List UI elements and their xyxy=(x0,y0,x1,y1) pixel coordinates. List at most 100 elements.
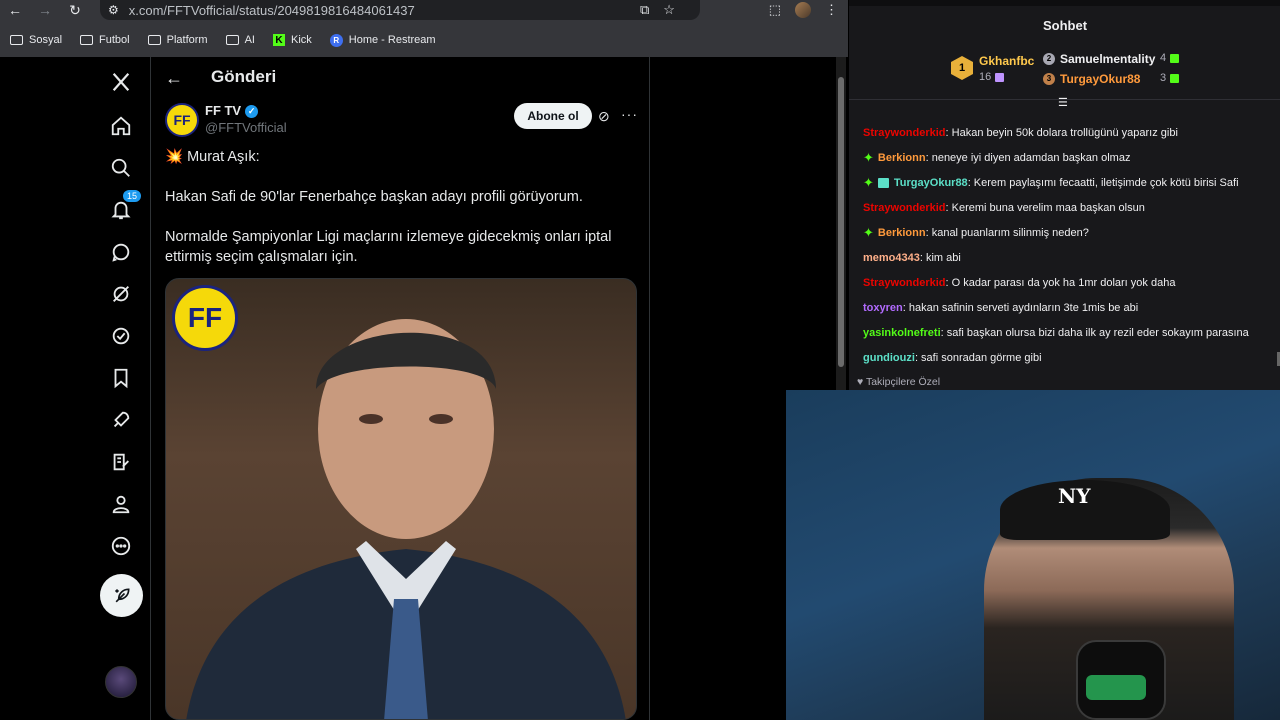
extensions-icon[interactable]: ⬚ xyxy=(769,2,781,18)
page-title: Gönderi xyxy=(211,67,277,86)
kick-chat-panel: Sohbet 1 Gkhanfbc 16 2 Samuelmentality 4… xyxy=(848,0,1280,390)
chat-message: Straywonderkid: Hakan beyin 50k dolara t… xyxy=(863,120,1279,145)
chat-message: toxyren: hakan safinin serveti aydınları… xyxy=(863,295,1279,320)
leaderboard-count: 16 xyxy=(979,71,1005,83)
author-handle[interactable]: @FFTVofficial xyxy=(205,120,287,135)
install-app-icon[interactable]: ⧉ xyxy=(640,2,649,18)
folder-icon xyxy=(80,35,94,45)
x-logo-icon[interactable] xyxy=(108,69,134,95)
chat-text: : safi başkan olursa bizi daha ilk ay re… xyxy=(940,326,1249,339)
bookmark-ai[interactable]: AI xyxy=(225,34,255,46)
bookmark-platform[interactable]: Platform xyxy=(147,34,208,46)
chat-text: : safi sonradan görme gibi xyxy=(914,351,1042,364)
address-bar[interactable]: ⚙ x.com/FFTVofficial/status/204981981648… xyxy=(100,0,700,20)
omnibox-actions: ⧉ ☆ xyxy=(640,0,675,20)
mic-light xyxy=(1086,675,1146,700)
home-icon[interactable] xyxy=(108,113,134,139)
chat-username[interactable]: memo4343 xyxy=(863,252,920,264)
rank-3-badge: 3 xyxy=(1043,73,1055,85)
account-avatar[interactable] xyxy=(105,666,137,698)
browser-chrome: ← → ↻ ⚙ x.com/FFTVofficial/status/204981… xyxy=(0,0,848,57)
gift-leaderboard: 1 Gkhanfbc 16 2 Samuelmentality 4 3 Turg… xyxy=(849,44,1280,109)
chat-username[interactable]: Straywonderkid xyxy=(863,127,946,139)
site-info-icon[interactable]: ⚙ xyxy=(108,3,119,17)
verified-badge-icon: ✓ xyxy=(245,105,259,119)
browser-window: ← → ↻ ⚙ x.com/FFTVofficial/status/204981… xyxy=(0,0,848,720)
post-more-icon[interactable]: ··· xyxy=(621,106,638,122)
profile-icon[interactable] xyxy=(108,491,134,517)
leaderboard-count: 3 xyxy=(1160,72,1180,84)
bookmarks-icon[interactable] xyxy=(108,365,134,391)
grok-explain-icon[interactable]: ⊘ xyxy=(598,108,610,125)
leaderboard-name[interactable]: Gkhanfbc xyxy=(979,54,1034,68)
post-text: 💥 Murat Aşık: Hakan Safi de 90'lar Fener… xyxy=(165,147,635,287)
post-header: ← Gönderi xyxy=(151,57,649,99)
notifications-icon[interactable]: 15 xyxy=(108,189,143,223)
bookmark-star-icon[interactable]: ☆ xyxy=(663,2,675,18)
author-name[interactable]: FF TV ✓ xyxy=(205,103,259,119)
gift-icon xyxy=(1170,73,1180,83)
chat-message: gundiouzi: safi sonradan görme gibi xyxy=(863,345,1279,370)
author-avatar[interactable]: FF xyxy=(165,103,199,137)
kick-icon: K xyxy=(272,34,285,46)
chat-text: : kanal puanlarım silinmiş neden? xyxy=(925,226,1089,239)
compose-button[interactable] xyxy=(100,574,143,617)
webcam-feed: NY xyxy=(786,390,1280,720)
chat-text: : Keremi buna verelim maa başkan olsun xyxy=(945,201,1145,214)
leaderboard-count: 4 xyxy=(1160,52,1180,64)
profile-avatar[interactable] xyxy=(795,2,811,18)
leaderboard-name[interactable]: Samuelmentality xyxy=(1060,52,1155,66)
chat-username[interactable]: yasinkolnefreti xyxy=(863,327,941,339)
chat-username[interactable]: toxyren xyxy=(863,302,903,314)
communities-icon[interactable] xyxy=(108,281,134,307)
notifications-badge: 15 xyxy=(122,189,143,203)
grok-icon[interactable] xyxy=(108,239,134,265)
chat-message: Straywonderkid: Keremi buna verelim maa … xyxy=(863,195,1279,220)
chat-messages: Straywonderkid: Hakan beyin 50k dolara t… xyxy=(863,120,1279,370)
chat-username[interactable]: Straywonderkid xyxy=(863,202,946,214)
leaderboard-name[interactable]: TurgayOkur88 xyxy=(1060,72,1140,86)
search-icon[interactable] xyxy=(108,155,134,181)
bookmark-futbol[interactable]: Futbol xyxy=(80,34,130,46)
verified-icon[interactable] xyxy=(108,323,134,349)
collapse-icon[interactable]: ☰ xyxy=(1058,96,1068,109)
forward-button[interactable]: → xyxy=(30,0,60,20)
back-arrow-icon[interactable]: ← xyxy=(165,68,185,88)
x-page: 15 ← Gönderi FF FF TV ✓ @FFTVofficial Ab… xyxy=(0,57,848,720)
feather-icon xyxy=(114,587,130,602)
scroll-thumb[interactable] xyxy=(838,77,844,367)
chat-username[interactable]: Berkionn xyxy=(878,227,926,239)
cap-logo: NY xyxy=(1058,484,1091,508)
chat-message: ✦ Berkionn: kanal puanlarım silinmiş nede… xyxy=(863,220,1279,245)
post-image[interactable]: FF xyxy=(165,278,637,720)
chat-message: ✦ TurgayOkur88: Kerem paylaşımı fecaatti,… xyxy=(863,170,1279,195)
chat-message: Straywonderkid: O kadar parası da yok ha… xyxy=(863,270,1279,295)
more-icon[interactable] xyxy=(108,533,134,559)
subscribe-button[interactable]: Abone ol xyxy=(514,103,592,129)
chat-username[interactable]: TurgayOkur88 xyxy=(894,177,968,189)
jobs-icon[interactable] xyxy=(108,407,134,433)
menu-icon[interactable]: ⋮ xyxy=(825,2,838,18)
chat-message: ✦ Berkionn: neneye iyi diyen adamdan başk… xyxy=(863,145,1279,170)
toolbar-right: ⬚ ⋮ xyxy=(769,0,838,20)
reload-button[interactable]: ↻ xyxy=(60,0,90,20)
chat-username[interactable]: Straywonderkid xyxy=(863,277,946,289)
post-line: 💥 Murat Aşık: xyxy=(165,149,260,165)
portrait-illustration xyxy=(186,319,626,719)
chat-text: : kim abi xyxy=(919,251,961,264)
chat-message: memo4343: kim abi xyxy=(863,245,1279,270)
chat-username[interactable]: Berkionn xyxy=(878,152,926,164)
rank-2-badge: 2 xyxy=(1043,53,1055,65)
rank-1-badge: 1 xyxy=(951,56,973,80)
chat-topbar xyxy=(849,0,1280,6)
gift-icon xyxy=(995,72,1005,82)
bookmarks-bar: Sosyal Futbol Platform AI K Kick R Home - … xyxy=(0,28,848,52)
back-button[interactable]: ← xyxy=(0,0,30,20)
bookmark-sosyal[interactable]: Sosyal xyxy=(10,34,62,46)
articles-icon[interactable] xyxy=(108,449,134,475)
chat-username[interactable]: gundiouzi xyxy=(863,352,915,364)
gifter-badge-icon xyxy=(877,177,889,188)
bookmark-restream[interactable]: R Home - Restream xyxy=(329,33,436,47)
bookmark-kick[interactable]: K Kick xyxy=(272,34,312,46)
url-text: x.com/FFTVofficial/status/20498198164840… xyxy=(128,2,415,18)
